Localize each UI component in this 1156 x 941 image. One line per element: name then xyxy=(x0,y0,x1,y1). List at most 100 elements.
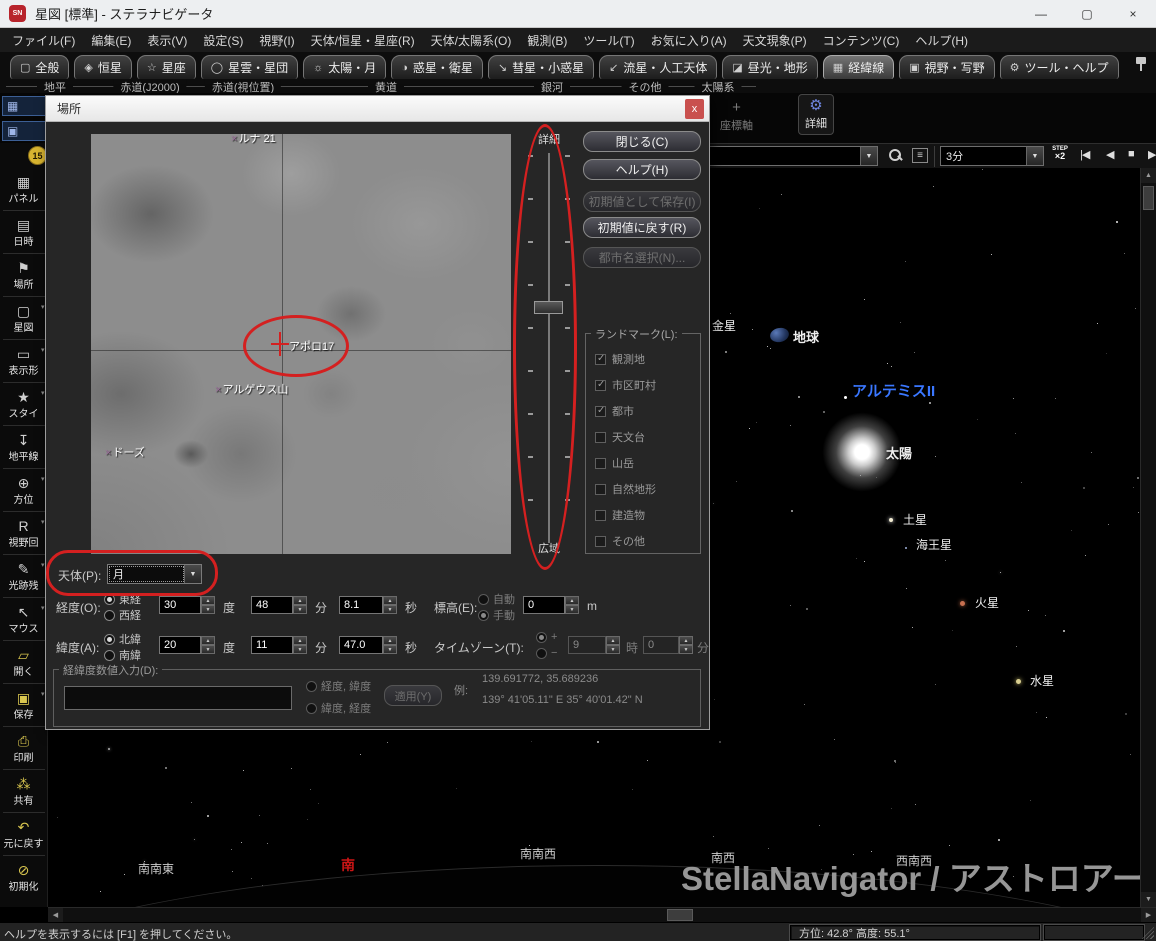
minimize-button[interactable]: — xyxy=(1018,0,1064,28)
menu-contents[interactable]: コンテンツ(C) xyxy=(815,29,908,52)
clipped-ribbon-button[interactable]: ▦ xyxy=(2,96,46,116)
menu-tools[interactable]: ツール(T) xyxy=(575,29,642,52)
search-combo[interactable] xyxy=(706,146,878,166)
menu-phenomena[interactable]: 天文現象(P) xyxy=(735,29,815,52)
elevation-field[interactable]: 0 xyxy=(523,596,565,614)
clipped-ribbon-button[interactable]: ▣ xyxy=(2,121,46,141)
stop-button[interactable]: ■ xyxy=(1128,148,1134,160)
timezone-minus-radio[interactable]: − xyxy=(536,647,557,659)
tab-general[interactable]: ▢全般 xyxy=(10,55,69,79)
sidebar-item-share[interactable]: ⁂共有 xyxy=(0,770,48,812)
latitude-minutes-field[interactable]: 11 xyxy=(251,636,293,654)
sidebar-item-print[interactable]: ⎙印刷 xyxy=(0,727,48,769)
play-forward-button[interactable]: ▶ xyxy=(1148,148,1155,161)
timezone-hour-spinner[interactable]: ▲▼ xyxy=(606,636,620,654)
menu-favorites[interactable]: お気に入り(A) xyxy=(643,29,735,52)
landmark-observatory[interactable]: 天文台 xyxy=(595,429,645,445)
sidebar-item-display-format[interactable]: ▭表示形 xyxy=(0,340,48,382)
tab-sun-moon[interactable]: ☼太陽・月 xyxy=(303,55,386,79)
menu-file[interactable]: ファイル(F) xyxy=(4,29,83,52)
tab-stars[interactable]: ◈恒星 xyxy=(74,55,131,79)
longitude-seconds-spinner[interactable]: ▲▼ xyxy=(383,596,397,614)
map-zoom-slider[interactable]: 詳細 広域 xyxy=(519,131,579,556)
pin-icon[interactable] xyxy=(1136,57,1146,71)
radio-disabled[interactable] xyxy=(536,648,547,659)
sidebar-item-open[interactable]: ▱開く xyxy=(0,641,48,683)
order-lon-lat-radio[interactable]: 経度, 緯度 xyxy=(306,678,371,694)
scroll-up-arrow[interactable]: ▲ xyxy=(1141,168,1156,183)
sidebar-item-undo[interactable]: ↶元に戻す xyxy=(0,813,48,855)
longitude-degrees-field[interactable]: 30 xyxy=(159,596,201,614)
checkbox[interactable] xyxy=(595,536,606,547)
scroll-right-arrow[interactable]: ▶ xyxy=(1141,908,1156,922)
sidebar-item-panel[interactable]: ▦パネル xyxy=(0,168,48,210)
restore-default-button[interactable]: 初期値に戻す(R) xyxy=(583,217,701,238)
dialog-close-button[interactable]: x xyxy=(685,99,704,119)
sidebar-item-reset[interactable]: ⊘初期化 xyxy=(0,856,48,898)
scroll-left-arrow[interactable]: ◀ xyxy=(48,908,63,922)
tab-nebulae[interactable]: ◯星雲・星団 xyxy=(201,55,298,79)
latitude-seconds-field[interactable]: 47.0 xyxy=(339,636,383,654)
landmark-city[interactable]: 都市 xyxy=(595,403,634,419)
checkbox-checked[interactable] xyxy=(595,354,606,365)
tab-comets[interactable]: ↘彗星・小惑星 xyxy=(488,55,594,79)
tab-field-of-view[interactable]: ▣視野・写野 xyxy=(899,55,994,79)
horizontal-scroll-thumb[interactable] xyxy=(667,909,693,921)
sidebar-item-azimuth[interactable]: ⊕方位 xyxy=(0,469,48,511)
sidebar-item-light-trail[interactable]: ✎光跡残 xyxy=(0,555,48,597)
latitude-degrees-field[interactable]: 20 xyxy=(159,636,201,654)
elevation-auto-radio[interactable]: 自動 xyxy=(478,591,515,607)
scroll-down-arrow[interactable]: ▼ xyxy=(1141,892,1156,907)
tab-planets[interactable]: ◑惑星・衛星 xyxy=(391,55,483,79)
help-button[interactable]: ヘルプ(H) xyxy=(583,159,701,180)
step-back-button[interactable]: ◀ xyxy=(1106,148,1113,161)
timezone-minute-spinner[interactable]: ▲▼ xyxy=(679,636,693,654)
menu-fov[interactable]: 視野(I) xyxy=(251,29,302,52)
moon-map[interactable]: ×ルナ 21 アポロ17 ×アルゲウス山 ×ドーズ xyxy=(91,134,511,554)
latitude-seconds-spinner[interactable]: ▲▼ xyxy=(383,636,397,654)
sidebar-item-fov-rotation[interactable]: R視野回 xyxy=(0,512,48,554)
longitude-seconds-field[interactable]: 8.1 xyxy=(339,596,383,614)
timezone-minute-field[interactable]: 0 xyxy=(643,636,679,654)
longitude-minutes-field[interactable]: 48 xyxy=(251,596,293,614)
radio-selected-disabled[interactable] xyxy=(478,610,489,621)
order-lat-lon-radio[interactable]: 緯度, 経度 xyxy=(306,700,371,716)
sidebar-item-style[interactable]: ★スタイ xyxy=(0,383,48,425)
checkbox[interactable] xyxy=(595,510,606,521)
timezone-hour-field[interactable]: 9 xyxy=(568,636,606,654)
east-longitude-radio[interactable]: 東経 xyxy=(104,591,141,607)
menu-observation[interactable]: 観測(B) xyxy=(519,29,575,52)
maximize-button[interactable]: ▢ xyxy=(1064,0,1110,28)
landmark-structures[interactable]: 建造物 xyxy=(595,507,645,523)
longitude-degrees-spinner[interactable]: ▲▼ xyxy=(201,596,215,614)
checkbox[interactable] xyxy=(595,458,606,469)
sidebar-item-starchart[interactable]: ▢星図 xyxy=(0,297,48,339)
north-latitude-radio[interactable]: 北緯 xyxy=(104,631,141,647)
sidebar-item-location[interactable]: ⚑場所 xyxy=(0,254,48,296)
save-as-default-button[interactable]: 初期値として保存(I) xyxy=(583,191,701,212)
close-dialog-button[interactable]: 閉じる(C) xyxy=(583,131,701,152)
dialog-title-bar[interactable]: 場所 x xyxy=(46,96,709,122)
menu-edit[interactable]: 編集(E) xyxy=(83,29,139,52)
vertical-scrollbar[interactable]: ▲ ▼ xyxy=(1140,168,1156,907)
coordinate-input-field[interactable] xyxy=(64,686,292,710)
sidebar-item-save[interactable]: ▣保存 xyxy=(0,684,48,726)
latitude-degrees-spinner[interactable]: ▲▼ xyxy=(201,636,215,654)
tab-daylight-terrain[interactable]: ◪昼光・地形 xyxy=(722,55,817,79)
radio-selected[interactable] xyxy=(104,594,115,605)
radio-disabled[interactable] xyxy=(306,703,317,714)
landmark-observation-site[interactable]: 観測地 xyxy=(595,351,645,367)
sidebar-item-mouse[interactable]: ↖マウス xyxy=(0,598,48,640)
menu-help[interactable]: ヘルプ(H) xyxy=(907,29,976,52)
elevation-manual-radio[interactable]: 手動 xyxy=(478,607,515,623)
radio-selected-disabled[interactable] xyxy=(536,632,547,643)
sidebar-item-horizon[interactable]: ↧地平線 xyxy=(0,426,48,468)
menu-settings[interactable]: 設定(S) xyxy=(195,29,251,52)
sidebar-item-datetime[interactable]: ▤日時 xyxy=(0,211,48,253)
slider-thumb[interactable] xyxy=(534,301,563,314)
latitude-minutes-spinner[interactable]: ▲▼ xyxy=(293,636,307,654)
slider-track[interactable] xyxy=(548,153,550,543)
coordinate-axis-button[interactable]: + 座標軸 xyxy=(714,97,759,136)
horizontal-scrollbar[interactable]: ◀ ▶ xyxy=(48,907,1156,922)
radio-disabled[interactable] xyxy=(306,681,317,692)
